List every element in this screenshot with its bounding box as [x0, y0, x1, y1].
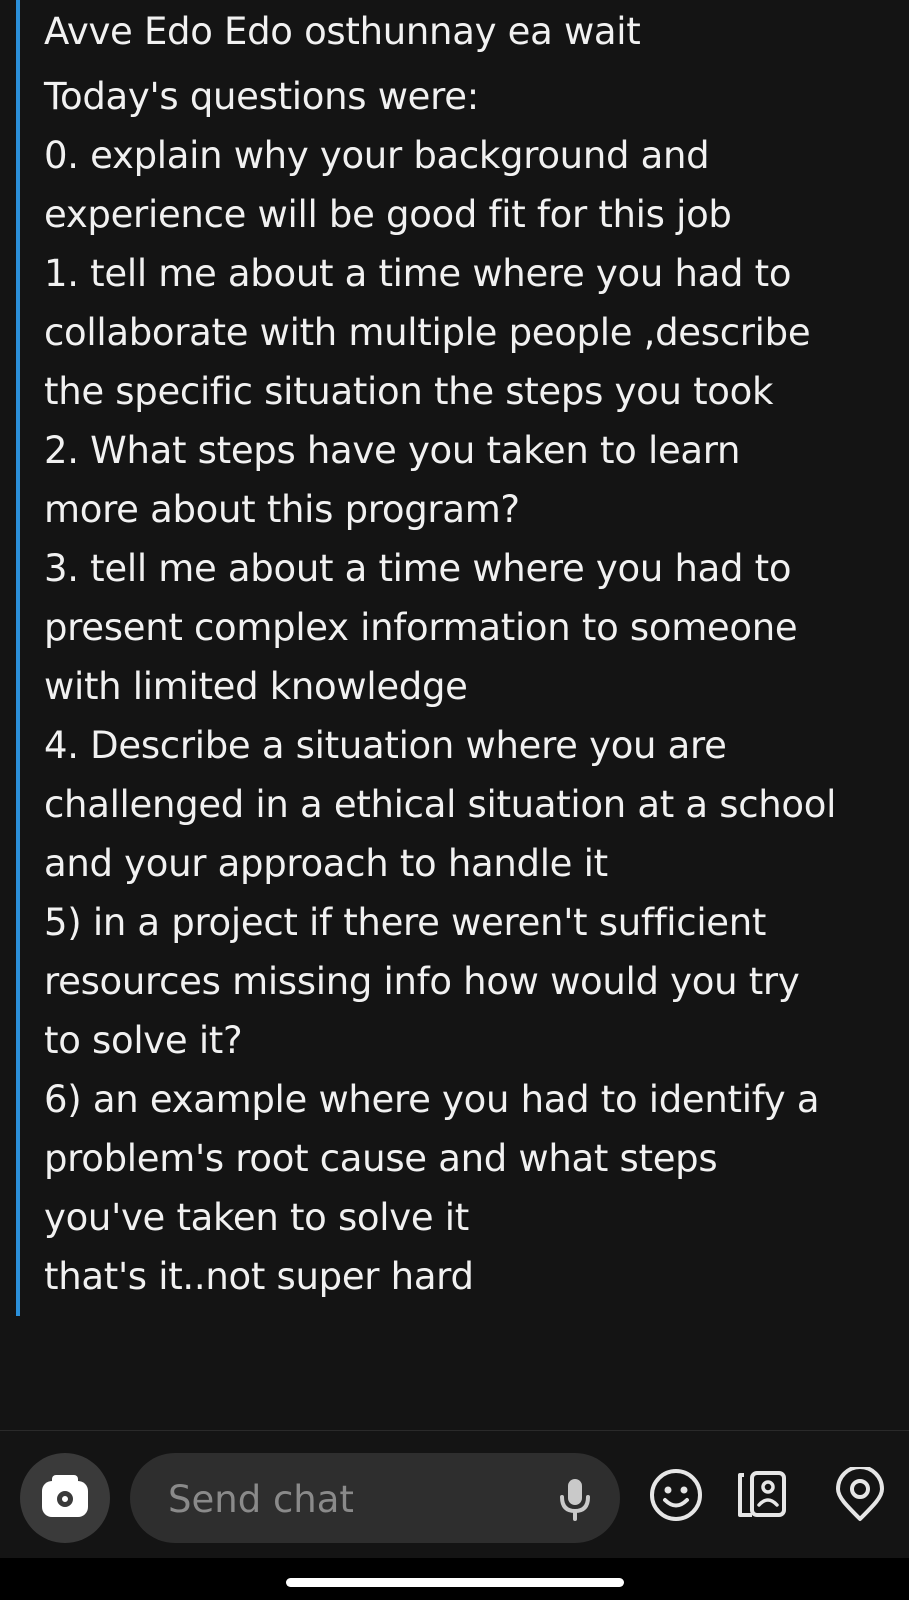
message-line: challenged in a ethical situation at a s… [44, 783, 837, 826]
message-line: you've taken to solve it [44, 1196, 469, 1239]
message-line: collaborate with multiple people ,descri… [44, 311, 811, 354]
chat-input-pill[interactable] [130, 1453, 620, 1545]
message-first-line: Avve Edo Edo osthunnay ea wait [44, 10, 641, 53]
message-line: the specific situation the steps you too… [44, 370, 774, 413]
chat-composer [0, 1430, 909, 1559]
message-accent-bar [16, 0, 20, 1316]
message-line: 1. tell me about a time where you had to [44, 252, 792, 295]
camera-button[interactable] [20, 1453, 110, 1543]
message-line: and your approach to handle it [44, 842, 608, 885]
sticker-icon[interactable] [734, 1467, 790, 1523]
message-line: present complex information to someone [44, 606, 798, 649]
message-line: resources missing info how would you try [44, 960, 800, 1003]
emoji-icon[interactable] [648, 1467, 704, 1523]
home-indicator[interactable] [286, 1578, 624, 1587]
message-line: 5) in a project if there weren't suffici… [44, 901, 767, 944]
message-line: 4. Describe a situation where you are [44, 724, 727, 767]
message-line: to solve it? [44, 1019, 243, 1062]
message-line: Today's questions were: [44, 75, 479, 118]
message-line: experience will be good fit for this job [44, 193, 732, 236]
message-line: more about this program? [44, 488, 520, 531]
message-line: 0. explain why your background and [44, 134, 710, 177]
message-line: problem's root cause and what steps [44, 1137, 718, 1180]
location-icon[interactable] [832, 1467, 888, 1523]
chat-message: Avve Edo Edo osthunnay ea wait Today's q… [44, 8, 894, 1306]
send-chat-input[interactable] [166, 1453, 540, 1545]
message-line: 6) an example where you had to identify … [44, 1078, 820, 1121]
message-line: that's it..not super hard [44, 1255, 474, 1298]
message-line: 2. What steps have you taken to learn [44, 429, 741, 472]
message-area: Avve Edo Edo osthunnay ea wait Today's q… [0, 0, 909, 1430]
message-line: with limited knowledge [44, 665, 468, 708]
message-line: 3. tell me about a time where you had to [44, 547, 792, 590]
microphone-icon[interactable] [558, 1477, 592, 1521]
